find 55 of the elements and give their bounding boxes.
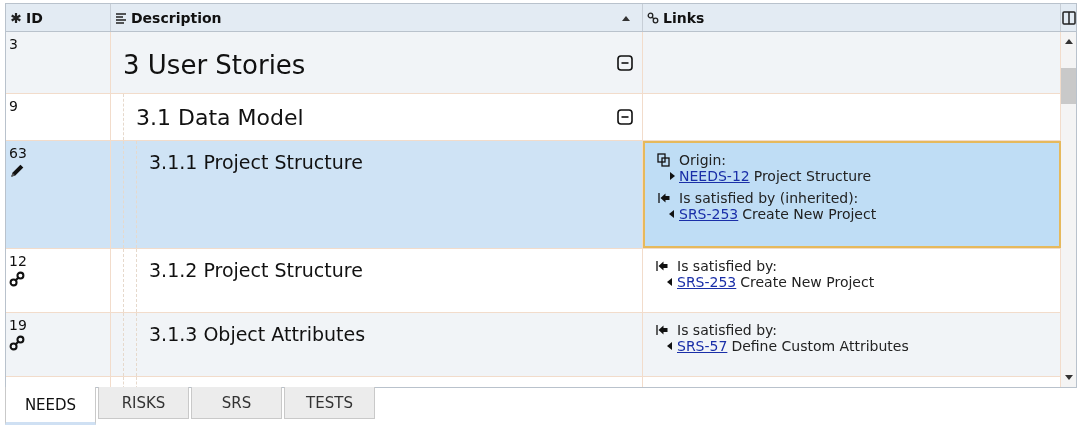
row-title: 3.1 Data Model — [136, 104, 304, 130]
scroll-up-icon[interactable] — [1064, 38, 1073, 44]
row-id: 3 — [9, 36, 18, 52]
collapse-icon[interactable] — [617, 109, 633, 125]
link-type-label: Origin: — [679, 152, 727, 168]
item-title: Create New Project — [740, 274, 875, 290]
column-header[interactable]: Links — [643, 4, 1061, 31]
column-header[interactable]: Description — [111, 4, 643, 31]
tab[interactable]: TESTS — [284, 387, 375, 419]
tab[interactable]: SRS — [191, 387, 282, 419]
item-link[interactable]: SRS-253 — [677, 274, 737, 290]
table-row[interactable]: 19 3.1.3 Object Attributes Is satisfied by: SRS-57 Define Custom Attributes — [6, 313, 1061, 377]
text-lines-icon — [115, 11, 127, 24]
copy-icon — [657, 153, 671, 167]
table-row[interactable]: 12 3.1.2 Project Structure Is satisfied by: SRS-253 Create New Project — [6, 249, 1061, 313]
link-type-label: Is satisfied by: — [677, 322, 778, 338]
item-title: Create New Project — [742, 206, 877, 222]
item-link[interactable]: NEEDS-12 — [679, 168, 750, 184]
table-row[interactable]: 63 3.1.1 Project Structure Origin: NEEDS-12 Project Structure Is satisfied by (inherited): SRS-253 Create New Project — [6, 141, 1061, 249]
link-type-label: Is satisfied by (inherited): — [679, 190, 859, 206]
tab[interactable]: NEEDS — [5, 387, 96, 425]
row-id: 9 — [9, 98, 18, 114]
row-title: 3.1.2 Project Structure — [149, 258, 363, 281]
item-title: Project Structure — [753, 168, 872, 184]
link-type-label: Is satisfied by: — [677, 258, 778, 274]
left-caret-icon — [667, 342, 673, 350]
right-caret-icon — [669, 172, 675, 180]
scrollbar[interactable] — [1061, 32, 1076, 387]
row-id: 12 — [9, 253, 27, 269]
arrow-in-icon — [657, 191, 671, 205]
row-id: 19 — [9, 317, 27, 333]
item-link[interactable]: SRS-57 — [677, 338, 728, 354]
chain-link-icon — [9, 335, 25, 351]
asterisk-icon — [10, 11, 22, 24]
row-title: 3.1.3 Object Attributes — [149, 322, 366, 345]
row-title: 3 User Stories — [123, 48, 306, 80]
chain-link-icon — [9, 271, 25, 287]
link-icon — [647, 11, 659, 24]
item-link[interactable]: SRS-253 — [679, 206, 739, 222]
left-caret-icon — [667, 278, 673, 286]
column-header[interactable]: ID — [6, 4, 111, 31]
left-caret-icon — [669, 210, 675, 218]
pencil-icon — [9, 163, 25, 179]
item-title: Define Custom Attributes — [731, 338, 909, 354]
table-row[interactable]: 9 3.1 Data Model — [6, 94, 1061, 141]
row-id: 63 — [9, 145, 27, 161]
column-chooser-icon[interactable] — [1061, 10, 1076, 25]
arrow-in-icon — [655, 259, 669, 273]
scrollbar-thumb[interactable] — [1061, 68, 1076, 104]
collapse-icon[interactable] — [617, 54, 633, 71]
table-row[interactable]: 3 3 User Stories — [6, 32, 1061, 94]
arrow-in-icon — [655, 323, 669, 337]
scroll-down-icon[interactable] — [1064, 375, 1073, 381]
row-title: 3.1.1 Project Structure — [149, 150, 363, 173]
tab[interactable]: RISKS — [98, 387, 189, 419]
